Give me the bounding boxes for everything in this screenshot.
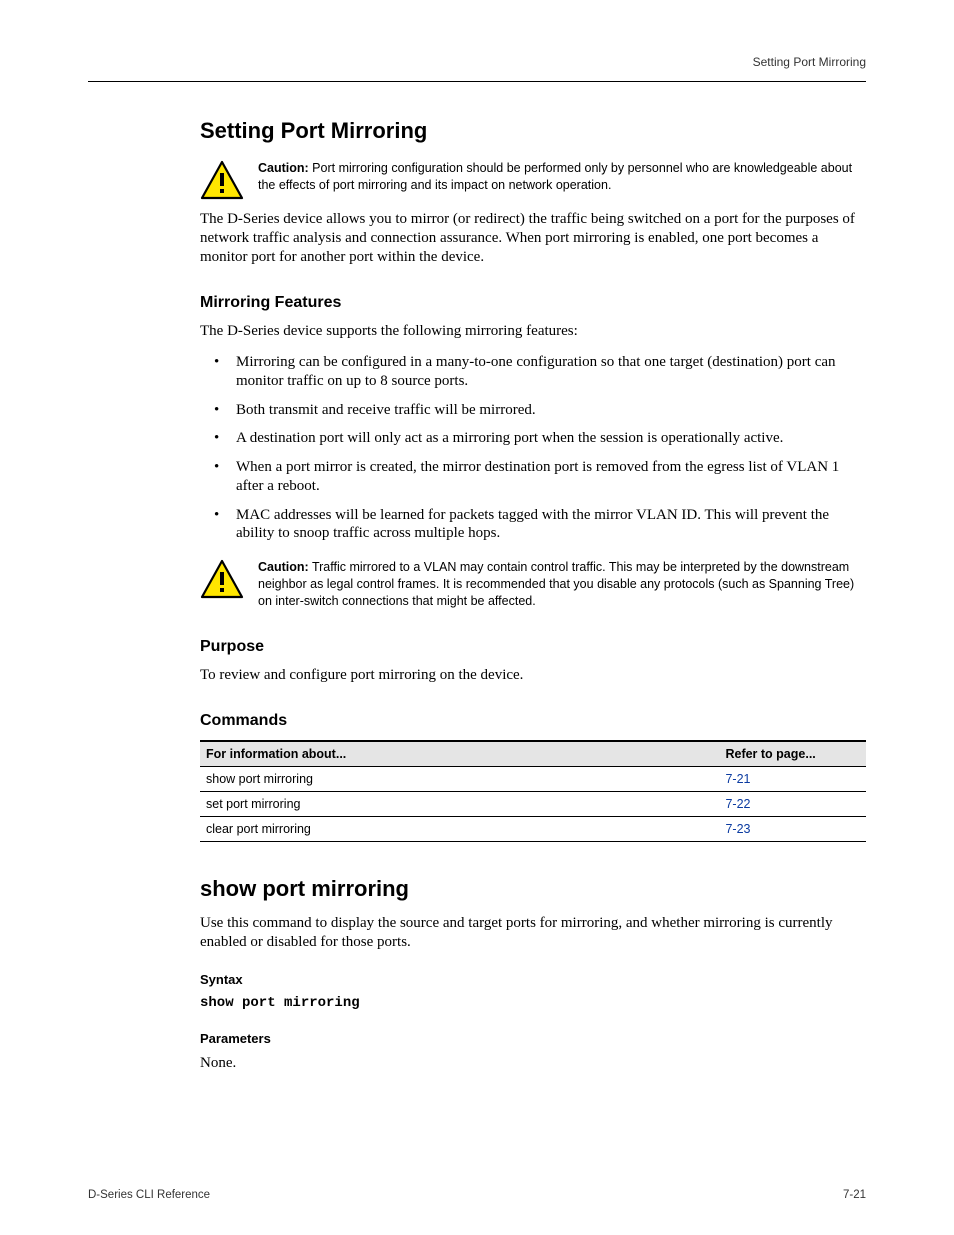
heading-syntax: Syntax bbox=[200, 972, 866, 987]
table-header-task: For information about... bbox=[200, 741, 719, 767]
list-item: Mirroring can be configured in a many-to… bbox=[200, 353, 866, 391]
paragraph-showcmd: Use this command to display the source a… bbox=[200, 914, 866, 952]
table-cell-page[interactable]: 7-21 bbox=[719, 767, 866, 792]
heading-mirroring-features: Mirroring Features bbox=[200, 294, 866, 312]
footer-right: 7-21 bbox=[843, 1189, 866, 1201]
heading-commands: Commands bbox=[200, 712, 866, 730]
table-cell-page[interactable]: 7-23 bbox=[719, 817, 866, 842]
caution-icon bbox=[200, 559, 244, 599]
list-item: When a port mirror is created, the mirro… bbox=[200, 458, 866, 496]
caution-icon bbox=[200, 160, 244, 200]
caution-text-2: Caution: Traffic mirrored to a VLAN may … bbox=[258, 559, 866, 610]
heading-parameters: Parameters bbox=[200, 1031, 866, 1046]
footer-left: D-Series CLI Reference bbox=[88, 1189, 210, 1201]
list-item: Both transmit and receive traffic will b… bbox=[200, 401, 866, 420]
caution-body-2: Traffic mirrored to a VLAN may contain c… bbox=[258, 560, 854, 608]
caution-label-1: Caution: bbox=[258, 161, 309, 175]
caution-body-1: Port mirroring configuration should be p… bbox=[258, 161, 852, 192]
caution-text-1: Caution: Port mirroring configuration sh… bbox=[258, 160, 866, 194]
table-cell-task: show port mirroring bbox=[200, 767, 719, 792]
caution-label-2: Caution: bbox=[258, 560, 309, 574]
syntax-text: show port mirroring bbox=[200, 995, 866, 1011]
list-item: A destination port will only act as a mi… bbox=[200, 429, 866, 448]
heading-show-port-mirroring: show port mirroring bbox=[200, 876, 866, 902]
top-rule bbox=[88, 81, 866, 82]
page-footer: D-Series CLI Reference 7-21 bbox=[88, 1189, 866, 1201]
table-row: show port mirroring 7-21 bbox=[200, 767, 866, 792]
paragraph-purpose: To review and configure port mirroring o… bbox=[200, 666, 866, 685]
running-head: Setting Port Mirroring bbox=[88, 55, 866, 69]
heading-setting-port-mirroring: Setting Port Mirroring bbox=[200, 118, 866, 144]
paragraph-parameters: None. bbox=[200, 1054, 866, 1073]
table-row: clear port mirroring 7-23 bbox=[200, 817, 866, 842]
table-header-page: Refer to page... bbox=[719, 741, 866, 767]
paragraph-features-intro: The D-Series device supports the followi… bbox=[200, 322, 866, 341]
table-row: set port mirroring 7-22 bbox=[200, 792, 866, 817]
paragraph-intro: The D-Series device allows you to mirror… bbox=[200, 210, 866, 266]
heading-purpose: Purpose bbox=[200, 638, 866, 656]
table-cell-task: set port mirroring bbox=[200, 792, 719, 817]
commands-table: For information about... Refer to page..… bbox=[200, 740, 866, 842]
caution-block-1: Caution: Port mirroring configuration sh… bbox=[200, 160, 866, 200]
table-cell-task: clear port mirroring bbox=[200, 817, 719, 842]
list-item: MAC addresses will be learned for packet… bbox=[200, 506, 866, 544]
feature-bullet-list: Mirroring can be configured in a many-to… bbox=[200, 353, 866, 543]
caution-block-2: Caution: Traffic mirrored to a VLAN may … bbox=[200, 559, 866, 610]
table-cell-page[interactable]: 7-22 bbox=[719, 792, 866, 817]
